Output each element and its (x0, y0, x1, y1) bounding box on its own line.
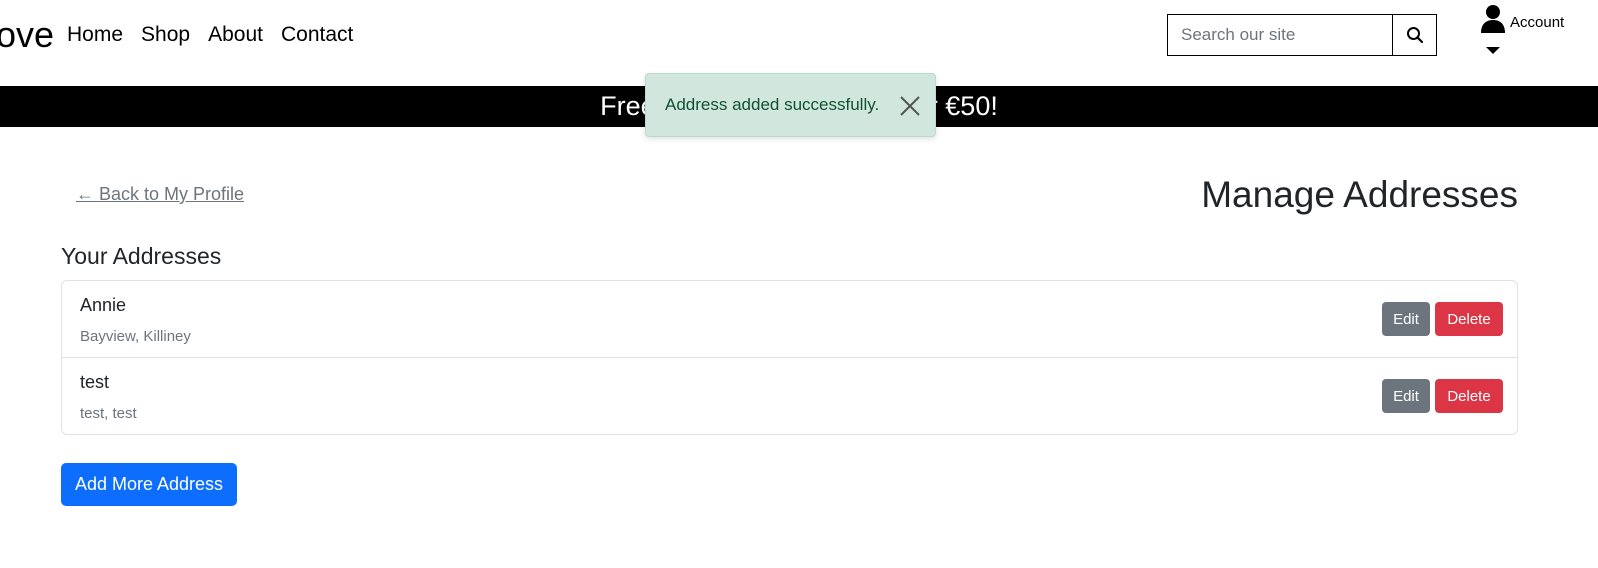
chevron-down-icon (1486, 47, 1500, 54)
page-title: Manage Addresses (1201, 174, 1518, 215)
address-list: Annie Bayview, Killiney Edit Delete test… (61, 280, 1518, 435)
account-label: Account (1510, 14, 1565, 31)
section-title: Your Addresses (61, 243, 222, 269)
success-toast: Address added successfully. (645, 73, 936, 137)
address-name: Annie (80, 295, 127, 315)
search-icon (1406, 27, 1423, 44)
main-nav: Home Shop About Contact (67, 22, 371, 48)
edit-button[interactable]: Edit (1382, 379, 1430, 413)
account-menu[interactable]: Account (1480, 4, 1590, 60)
address-detail: test, test (80, 405, 137, 422)
nav-about[interactable]: About (208, 22, 263, 48)
back-to-profile-link[interactable]: ← Back to My Profile (76, 184, 244, 205)
nav-home[interactable]: Home (67, 22, 123, 48)
address-name: test (80, 372, 110, 392)
nav-contact[interactable]: Contact (281, 22, 353, 48)
list-item: Annie Bayview, Killiney Edit Delete (62, 281, 1517, 358)
close-icon[interactable] (898, 94, 922, 118)
nav-shop[interactable]: Shop (141, 22, 190, 48)
toast-message: Address added successfully. (665, 95, 880, 114)
search-button[interactable] (1392, 14, 1437, 56)
delete-button[interactable]: Delete (1435, 379, 1503, 413)
user-icon (1481, 5, 1505, 33)
edit-button[interactable]: Edit (1382, 302, 1430, 336)
search-input[interactable] (1167, 14, 1392, 56)
list-item: test test, test Edit Delete (62, 358, 1517, 434)
delete-button[interactable]: Delete (1435, 302, 1503, 336)
address-detail: Bayview, Killiney (80, 328, 191, 345)
brand-logo[interactable]: ove (0, 14, 54, 56)
search-form (1167, 14, 1437, 56)
add-address-button[interactable]: Add More Address (61, 463, 237, 506)
